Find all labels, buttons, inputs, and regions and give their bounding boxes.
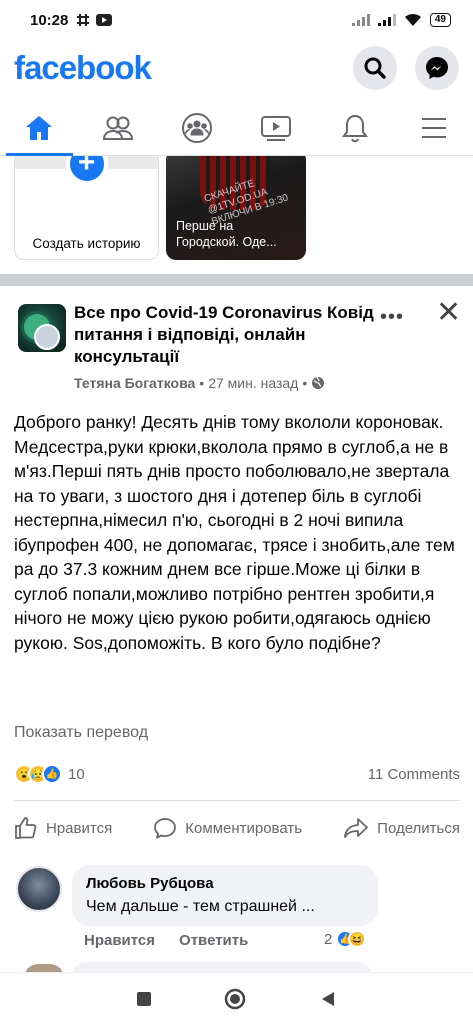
youtube-notification-icon xyxy=(96,14,113,26)
comment-icon xyxy=(154,818,177,839)
like-button[interactable]: Нравится xyxy=(14,816,112,840)
status-time: 10:28 xyxy=(30,11,69,29)
post-body: Доброго ранку! Десять днів тому вкололи … xyxy=(14,412,455,653)
app-header: facebook xyxy=(0,40,473,96)
status-bar: 10:28 49 xyxy=(0,0,473,40)
create-story-label: Создать историю xyxy=(32,236,141,251)
share-icon xyxy=(344,818,369,838)
signal-icon-2 xyxy=(377,14,396,26)
main-nav-tabs xyxy=(0,100,473,156)
globe-icon xyxy=(312,376,325,389)
comment-reactions[interactable]: 2 👍 😆 xyxy=(324,930,367,948)
like-label: Нравится xyxy=(46,819,113,837)
system-navigation-bar xyxy=(0,972,473,1024)
divider xyxy=(14,800,460,801)
search-icon xyxy=(364,57,386,79)
story-card[interactable]: СКАЧАЙТЕ @1TV.OD.UA ВКЛЮЧИ В 19:30 Перше… xyxy=(166,156,306,260)
tab-watch[interactable] xyxy=(236,100,315,155)
comment-bubble[interactable]: Любовь Рубцова Чем дальше - тем страшней… xyxy=(72,865,378,926)
group-name[interactable]: Все про Covid-19 Coronavirus Ковід питан… xyxy=(74,302,374,368)
tab-friends[interactable] xyxy=(79,100,158,155)
close-icon[interactable]: ✕ xyxy=(436,298,461,328)
comment-reaction-count: 2 xyxy=(324,930,333,948)
comments-count[interactable]: 11 Comments xyxy=(368,766,460,783)
messenger-icon xyxy=(426,57,448,79)
share-button[interactable]: Поделиться xyxy=(343,816,460,840)
groups-icon xyxy=(182,112,213,143)
post-actions: Нравится Комментировать Поделиться xyxy=(14,810,460,846)
tab-home[interactable] xyxy=(0,100,79,156)
haha-reaction-icon: 😆 xyxy=(348,930,367,948)
tab-menu[interactable] xyxy=(394,100,473,155)
like-reaction-icon: 👍 xyxy=(42,764,62,784)
commenter-avatar[interactable] xyxy=(16,866,62,912)
reactions-summary[interactable]: 😮 😥 👍 10 11 Comments xyxy=(14,762,460,786)
friends-icon xyxy=(103,116,134,140)
story-caption: Перше на Городской. Оде... xyxy=(176,219,277,249)
home-icon xyxy=(26,115,53,140)
share-label: Поделиться xyxy=(377,819,460,837)
facebook-logo[interactable]: facebook xyxy=(14,49,152,87)
messenger-button[interactable] xyxy=(415,46,459,90)
wifi-icon xyxy=(404,13,421,26)
post-header: Все про Covid-19 Coronavirus Ковід питан… xyxy=(0,296,473,396)
search-button[interactable] xyxy=(353,46,397,90)
comment-like-button[interactable]: Нравится xyxy=(84,932,155,949)
thumbs-up-icon xyxy=(15,817,37,839)
home-circle-icon[interactable] xyxy=(224,988,246,1010)
author-avatar[interactable] xyxy=(34,324,60,350)
recents-icon[interactable] xyxy=(136,991,152,1007)
comment-button[interactable]: Комментировать xyxy=(153,816,302,840)
post-time[interactable]: 27 мин. назад xyxy=(208,375,298,391)
post-meta: Тетяна Богаткова • 27 мин. назад • xyxy=(74,375,325,391)
menu-icon xyxy=(421,117,446,138)
feed-divider xyxy=(0,274,473,286)
more-options-icon[interactable]: ••• xyxy=(380,306,404,329)
back-icon[interactable] xyxy=(319,990,337,1008)
show-translation-link[interactable]: Показать перевод xyxy=(14,724,148,742)
post-author[interactable]: Тетяна Богаткова xyxy=(74,375,195,391)
signal-icon xyxy=(351,14,370,26)
comment-reply-button[interactable]: Ответить xyxy=(179,932,248,949)
bell-icon xyxy=(341,114,368,142)
battery-indicator: 49 xyxy=(429,13,451,27)
reaction-count: 10 xyxy=(68,765,85,783)
comment-label: Комментировать xyxy=(185,819,303,837)
plus-icon: + xyxy=(65,156,108,185)
tab-groups[interactable] xyxy=(158,100,237,155)
comment-text: Чем дальше - тем страшней ... xyxy=(86,898,315,915)
hashtag-notification-icon xyxy=(77,14,90,26)
tab-notifications[interactable] xyxy=(315,100,394,155)
create-story-card[interactable]: + Создать историю xyxy=(14,156,159,260)
stories-tray: + Создать историю СКАЧАЙТЕ @1TV.OD.UA ВК… xyxy=(0,156,473,274)
watch-icon xyxy=(260,115,291,141)
commenter-name[interactable]: Любовь Рубцова xyxy=(86,875,364,892)
